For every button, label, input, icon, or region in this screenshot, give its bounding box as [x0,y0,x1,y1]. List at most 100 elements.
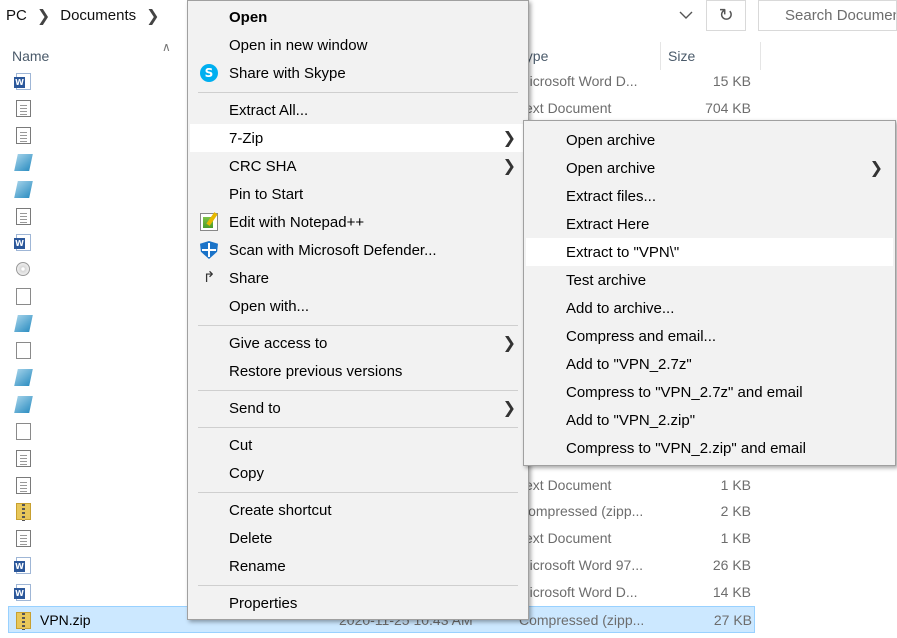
image-icon [14,395,33,413]
context-menu-item-copy[interactable]: Copy [190,459,526,487]
zip-submenu-item-add-to-archive[interactable]: Add to archive... [526,294,893,322]
context-menu-item-share[interactable]: ↱ Share [190,264,526,292]
share-icon: ↱ [202,269,216,286]
file-type: Compressed (zipp... [519,612,645,628]
file-type: Text Document [518,476,612,493]
file-size: 15 KB [712,73,751,89]
sort-ascending-icon: ∧ [162,40,171,54]
context-menu-item-7-zip[interactable]: 7-Zip ❯ [190,124,526,152]
context-menu-item-give-access-to[interactable]: Give access to ❯ [190,329,526,357]
context-menu-item-properties[interactable]: Properties [190,589,526,617]
context-menu-item-scan-with-microsoft-defender[interactable]: Scan with Microsoft Defender... [190,236,526,264]
notepadpp-icon [200,213,218,231]
submenu-arrow-icon: ❯ [502,158,516,175]
menu-separator [198,389,518,391]
blank-file-icon [16,422,31,440]
word-doc-icon [14,584,31,602]
column-header-size-label: Size [668,48,696,64]
context-menu-item-rename[interactable]: Rename [190,552,526,580]
context-menu-item-crc-sha[interactable]: CRC SHA ❯ [190,152,526,180]
menu-item-label: Open [229,8,268,26]
column-header-name[interactable]: Name [12,42,49,70]
context-menu-item-delete[interactable]: Delete [190,524,526,552]
zip-submenu-item-open-archive[interactable]: Open archive ❯ [526,154,893,182]
menu-item-label: Extract to "VPN\" [566,243,680,261]
disc-image-icon [16,262,30,277]
menu-item-label: Extract files... [566,187,657,205]
address-history-button[interactable] [668,0,704,31]
refresh-button[interactable]: ↻ [706,0,746,31]
file-size: 27 KB [713,612,752,628]
zip-submenu-item-compress-and-email[interactable]: Compress and email... [526,322,893,350]
file-size: 1 KB [720,530,751,547]
context-menu-item-pin-to-start[interactable]: Pin to Start [190,180,526,208]
search-placeholder: Search Documents [785,7,896,24]
zip-submenu-item-extract-files[interactable]: Extract files... [526,182,893,210]
menu-item-label: Give access to [229,334,328,352]
menu-item-label: Scan with Microsoft Defender... [229,241,437,259]
column-header-size[interactable]: Size [668,42,695,70]
context-menu-item-open-with[interactable]: Open with... [190,292,526,320]
breadcrumb-chevron-icon[interactable]: ❯ [142,6,163,26]
submenu-arrow-icon: ❯ [502,130,516,147]
zip-submenu-item-open-archive[interactable]: Open archive [526,126,893,154]
menu-item-label: Compress and email... [566,327,717,345]
context-menu-item-open[interactable]: Open [190,3,526,31]
word-doc-icon [14,73,31,90]
breadcrumb-documents[interactable]: Documents [54,7,142,24]
context-menu-item-cut[interactable]: Cut [190,431,526,459]
text-doc-icon [16,207,31,225]
context-menu-item-restore-previous-versions[interactable]: Restore previous versions [190,357,526,385]
blank-file-icon [16,342,31,359]
skype-icon: S [200,64,218,82]
text-doc-icon [16,449,31,467]
context-menu-item-extract-all[interactable]: Extract All... [190,96,526,124]
menu-item-label: Open in new window [229,36,368,54]
menu-item-label: Pin to Start [229,185,304,203]
file-size: 2 KB [720,503,751,520]
menu-separator [198,584,518,586]
file-type: Microsoft Word D... [518,73,638,89]
column-divider[interactable] [660,42,661,70]
menu-item-label: Open archive [566,159,656,177]
zip-submenu-item-test-archive[interactable]: Test archive [526,266,893,294]
file-type: Text Document [518,99,612,116]
zip-submenu-item-extract-here[interactable]: Extract Here [526,210,893,238]
menu-item-label: Extract Here [566,215,650,233]
search-input[interactable]: Search Documents [758,0,897,31]
file-type: Microsoft Word 97... [518,557,644,574]
menu-item-label: Properties [229,594,298,612]
column-divider[interactable] [760,42,761,70]
zip-submenu-item-extract-to-vpn[interactable]: Extract to "VPN\" [526,238,893,266]
zip-submenu-item-add-to-vpn-2-zip[interactable]: Add to "VPN_2.zip" [526,406,893,434]
zip-submenu-item-compress-to-vpn-2-7z-and-email[interactable]: Compress to "VPN_2.7z" and email [526,378,893,406]
breadcrumb-chevron-icon[interactable]: ❯ [33,6,54,26]
menu-item-label: Share [229,269,270,287]
zip-submenu-item-add-to-vpn-2-7z[interactable]: Add to "VPN_2.7z" [526,350,893,378]
breadcrumb-pc[interactable]: PC [0,7,33,24]
menu-separator [198,491,518,493]
menu-item-label: Rename [229,557,286,575]
file-type: Text Document [518,530,612,547]
column-header-name-label: Name [12,48,50,64]
submenu-arrow-icon: ❯ [869,160,883,177]
menu-item-label: Send to [229,399,281,417]
context-menu-item-create-shortcut[interactable]: Create shortcut [190,496,526,524]
menu-separator [198,426,518,428]
context-menu-item-edit-with-notepad[interactable]: Edit with Notepad++ [190,208,526,236]
menu-item-label: Cut [229,436,253,454]
zip-submenu-item-compress-to-vpn-2-zip-and-email[interactable]: Compress to "VPN_2.zip" and email [526,434,893,462]
blank-file-icon [16,288,31,306]
menu-item-label: Create shortcut [229,501,332,519]
text-doc-icon [16,530,31,548]
submenu-arrow-icon: ❯ [502,400,516,417]
menu-item-label: 7-Zip [229,129,264,147]
context-menu-item-send-to[interactable]: Send to ❯ [190,394,526,422]
context-menu: Open Open in new window S Share with Skype E… [187,0,529,620]
context-menu-item-share-with-skype[interactable]: S Share with Skype [190,59,526,87]
menu-separator [198,324,518,326]
image-icon [14,153,33,171]
defender-shield-icon [200,241,218,259]
zip-icon [16,503,31,522]
context-menu-item-open-in-new-window[interactable]: Open in new window [190,31,526,59]
